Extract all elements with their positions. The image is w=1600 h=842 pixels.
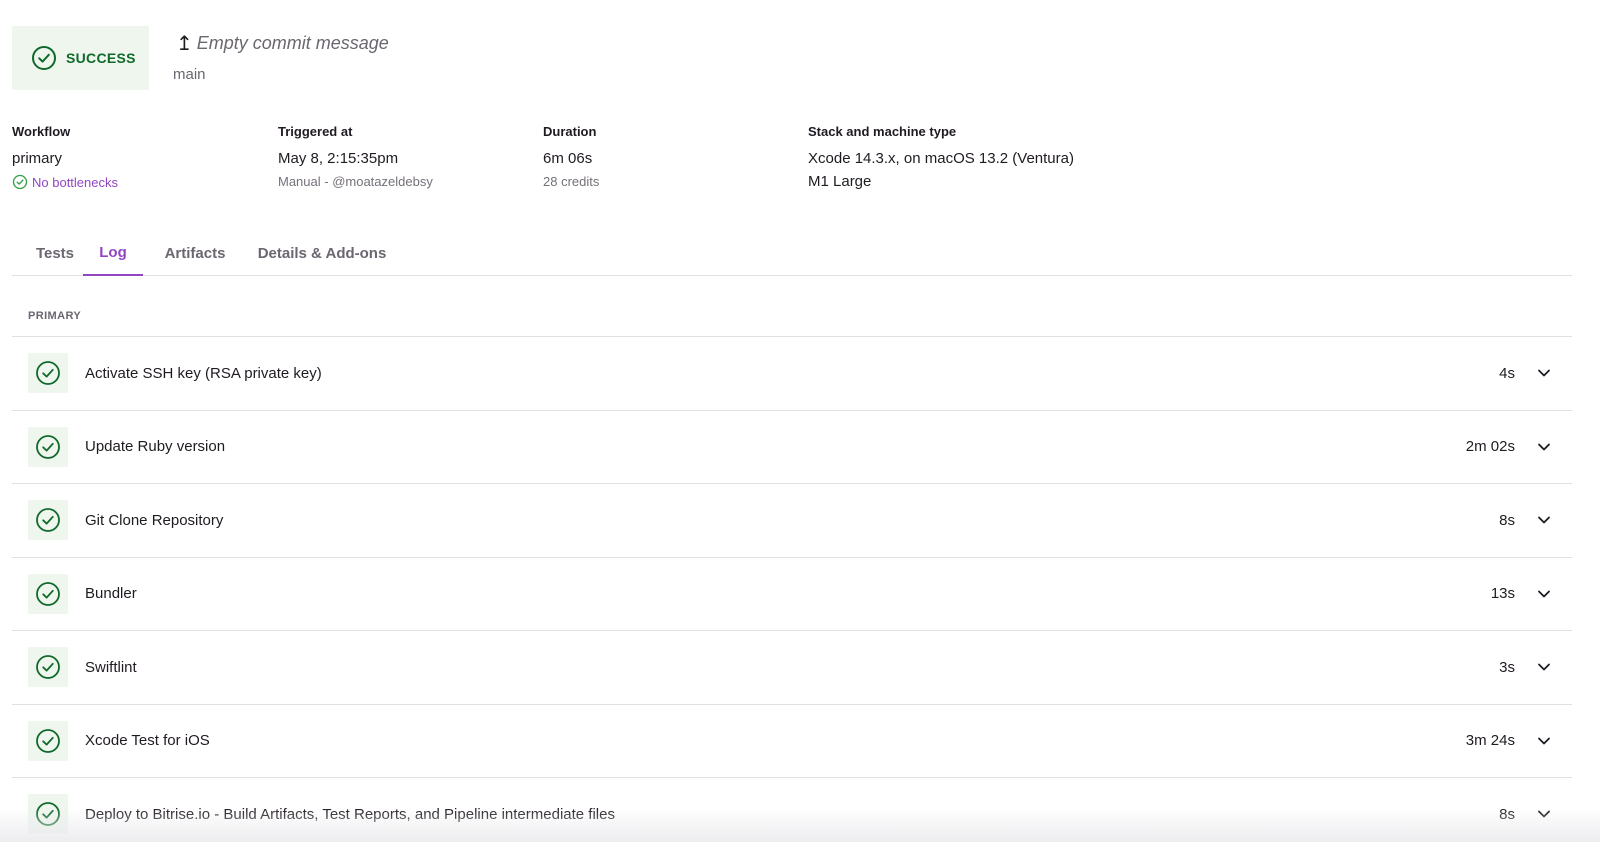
duration-value: 6m 06s [543, 150, 593, 167]
step-status [28, 794, 68, 835]
step-status [28, 353, 68, 394]
chevron-down-icon[interactable] [1536, 733, 1552, 749]
step-row[interactable]: Activate SSH key (RSA private key) 4s [12, 336, 1572, 410]
stack-value: Xcode 14.3.x, on macOS 13.2 (Ventura) [808, 150, 1074, 167]
step-row[interactable]: Git Clone Repository 8s [12, 483, 1572, 557]
step-duration: 2m 02s [1465, 438, 1515, 456]
workflow-meta: Workflow primary No bottlenecks [12, 124, 118, 190]
step-duration: 4s [1499, 364, 1515, 382]
step-title: Update Ruby version [85, 438, 226, 456]
chevron-down-icon[interactable] [1536, 365, 1552, 381]
check-circle-icon [36, 728, 60, 753]
check-circle-icon [36, 581, 60, 606]
step-duration: 3s [1499, 658, 1515, 676]
step-title: Deploy to Bitrise.io - Build Artifacts, … [85, 805, 615, 823]
step-status [28, 647, 68, 688]
check-circle-icon [12, 174, 28, 190]
step-list: Activate SSH key (RSA private key) 4s Up… [12, 336, 1572, 842]
commit-message[interactable]: Empty commit message [197, 33, 389, 54]
step-row[interactable]: Swiftlint 3s [12, 630, 1572, 704]
machine-type-value: M1 Large [808, 173, 872, 190]
tab-tests[interactable]: Tests [28, 230, 82, 276]
triggered-value: May 8, 2:15:35pm [278, 150, 399, 167]
workflow-value[interactable]: primary [12, 150, 118, 167]
step-duration: 13s [1490, 585, 1515, 603]
chevron-down-icon[interactable] [1536, 586, 1552, 602]
triggered-label: Triggered at [278, 124, 353, 139]
step-title: Activate SSH key (RSA private key) [85, 364, 322, 382]
check-circle-icon [36, 508, 60, 533]
tab-log[interactable]: Log [83, 230, 143, 276]
step-status [28, 720, 68, 761]
check-circle-icon [36, 361, 60, 386]
check-circle-icon [36, 434, 60, 459]
step-title: Bundler [85, 585, 137, 603]
duration-meta: Duration 6m 06s 28 credits [543, 124, 599, 189]
step-status [28, 573, 68, 614]
step-row[interactable]: Bundler 13s [12, 556, 1572, 631]
duration-label: Duration [543, 124, 597, 139]
step-status [28, 500, 68, 541]
build-status-label: SUCCESS [66, 50, 136, 66]
triggered-meta: Triggered at May 8, 2:15:35pm Manual - @… [278, 124, 433, 189]
chevron-down-icon[interactable] [1536, 439, 1552, 455]
check-circle-icon [36, 655, 60, 680]
chevron-down-icon[interactable] [1536, 806, 1552, 822]
step-title: Swiftlint [85, 658, 137, 676]
stack-label: Stack and machine type [808, 124, 957, 139]
step-status [28, 426, 68, 467]
step-duration: 8s [1499, 805, 1515, 823]
check-circle-icon [36, 802, 60, 827]
chevron-down-icon[interactable] [1536, 659, 1552, 675]
step-title: Git Clone Repository [85, 511, 224, 529]
bottlenecks-link[interactable]: No bottlenecks [12, 174, 118, 190]
check-circle-icon [32, 46, 56, 70]
commit-info: ↥ Empty commit message [176, 33, 389, 54]
build-tabs: Tests Log Artifacts Details & Add-ons [12, 230, 1572, 276]
step-duration: 3m 24s [1465, 732, 1515, 750]
branch-name[interactable]: main [173, 66, 206, 83]
section-label: PRIMARY [28, 310, 82, 322]
commit-arrow-icon: ↥ [176, 32, 193, 55]
tab-artifacts[interactable]: Artifacts [156, 230, 234, 276]
triggered-by: Manual - @moatazeldebsy [278, 174, 433, 189]
bottlenecks-label: No bottlenecks [32, 174, 118, 190]
step-duration: 8s [1499, 511, 1515, 529]
tab-details-addons[interactable]: Details & Add-ons [252, 230, 392, 276]
step-title: Xcode Test for iOS [85, 732, 210, 750]
chevron-down-icon[interactable] [1536, 512, 1552, 528]
build-status-badge: SUCCESS [12, 26, 149, 90]
step-row[interactable]: Xcode Test for iOS 3m 24s [12, 703, 1572, 778]
credits-value: 28 credits [543, 174, 600, 189]
stack-meta: Stack and machine type Xcode 14.3.x, on … [808, 124, 1074, 190]
step-row[interactable]: Deploy to Bitrise.io - Build Artifacts, … [12, 777, 1572, 842]
workflow-label: Workflow [12, 124, 71, 139]
step-row[interactable]: Update Ruby version 2m 02s [12, 409, 1572, 484]
